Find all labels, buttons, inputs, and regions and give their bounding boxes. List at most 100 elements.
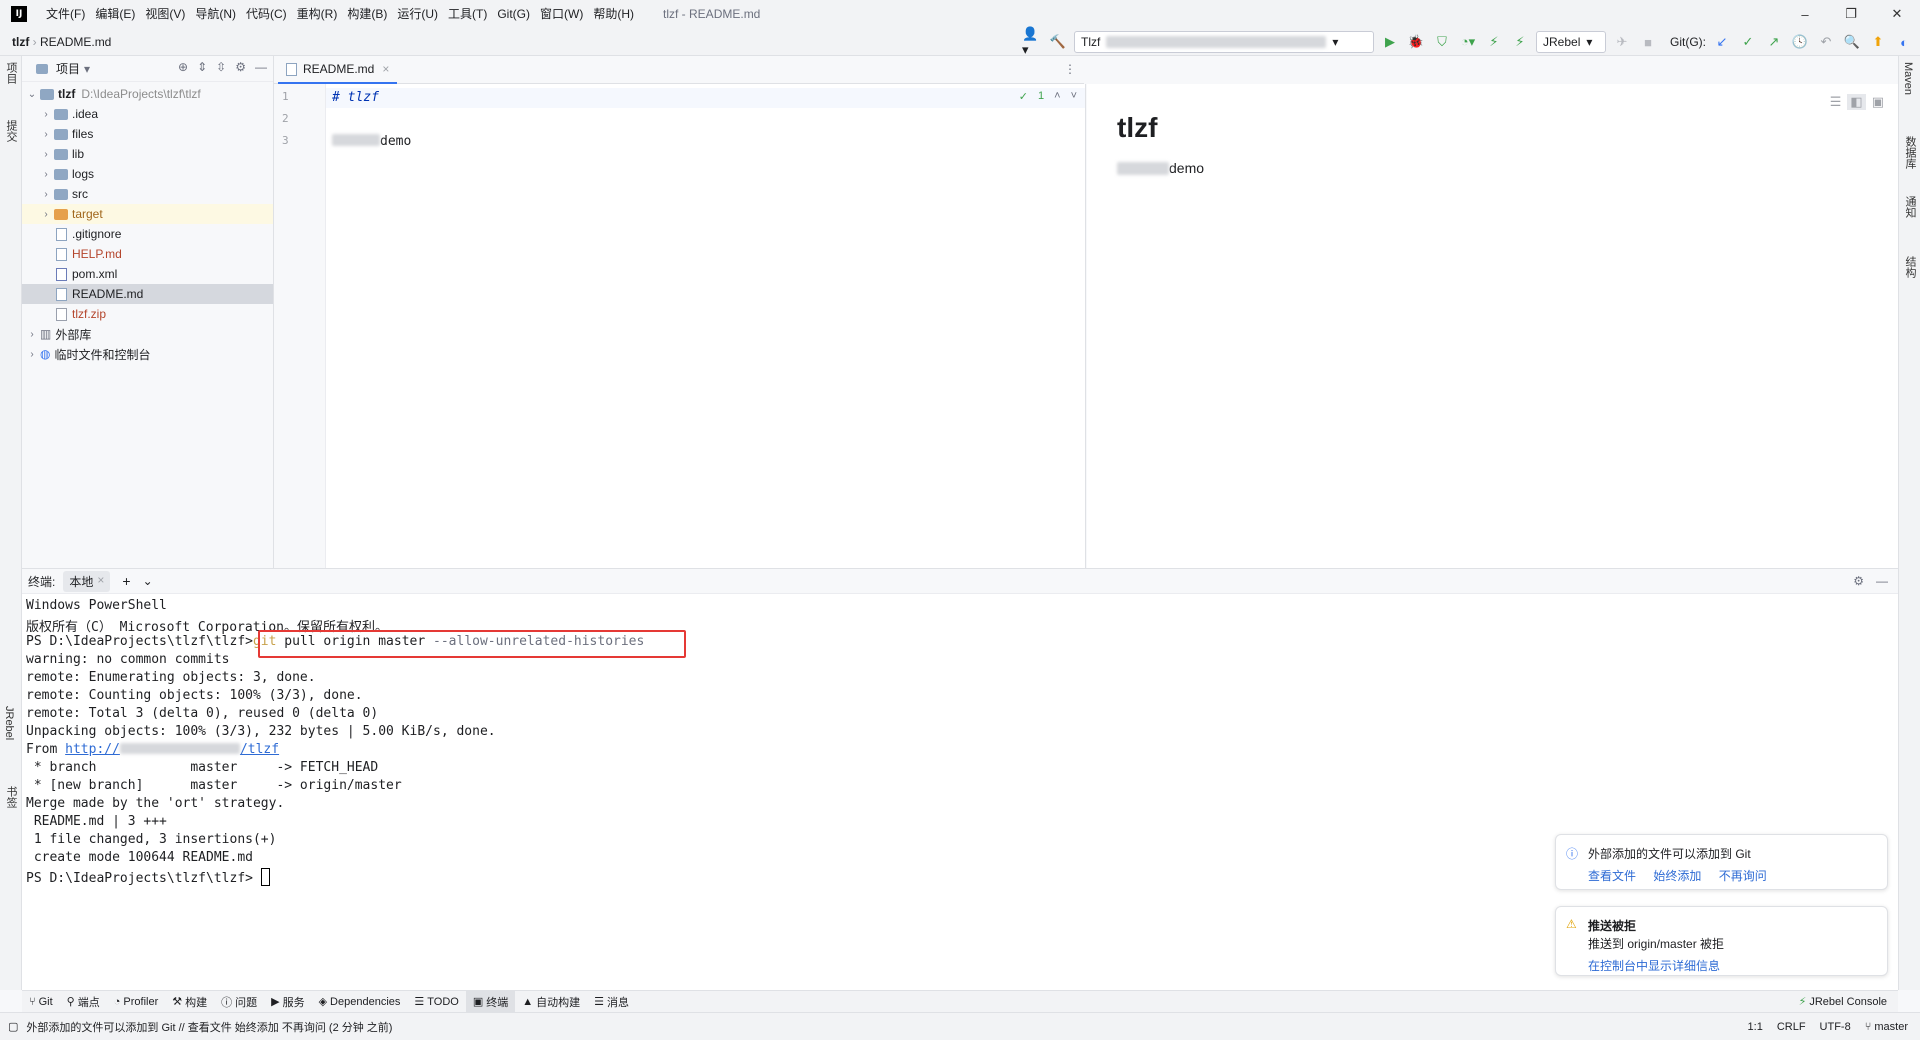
run-config-select[interactable]: Tlzf ▾ (1074, 31, 1374, 53)
chevron-right-icon[interactable]: › (40, 189, 52, 200)
tool-build[interactable]: ⚒ 构建 (165, 991, 214, 1013)
tool-todo[interactable]: ☰ TODO (407, 991, 465, 1013)
menu-refactor[interactable]: 重构(R) (292, 0, 343, 28)
gear-icon[interactable]: ⚙ (235, 60, 246, 74)
chevron-down-icon[interactable]: ⌄ (143, 574, 153, 588)
terminal-remote-url[interactable]: http:// /tlzf (65, 742, 279, 757)
tool-problems[interactable]: ⓘ 问题 (214, 991, 264, 1013)
tool-tab-jrebel[interactable]: JRebel (3, 706, 15, 740)
tree-item-gitignore[interactable]: .gitignore (22, 224, 273, 244)
tool-tab-database[interactable]: 数据库 (1902, 136, 1918, 169)
tree-item-target[interactable]: › target (22, 204, 273, 224)
view-files-link[interactable]: 查看文件 (1588, 869, 1636, 883)
chevron-right-icon[interactable]: › (40, 109, 52, 120)
menu-build[interactable]: 构建(B) (342, 0, 392, 28)
chevron-right-icon[interactable]: › (40, 129, 52, 140)
expand-all-icon[interactable]: ⇕ (197, 60, 207, 74)
tree-item-src[interactable]: › src (22, 184, 273, 204)
dont-ask-link[interactable]: 不再询问 (1719, 869, 1767, 883)
tool-git[interactable]: ⑂ Git (22, 991, 60, 1013)
hide-icon[interactable]: — (255, 60, 267, 74)
editor-text-area[interactable]: # tlzf demo ✓ 1 ˄ ˅ (326, 84, 1086, 568)
project-panel-title[interactable]: 项目 (56, 60, 80, 77)
chevron-right-icon[interactable]: › (40, 209, 52, 220)
caret-position[interactable]: 1:1 (1748, 1021, 1763, 1033)
status-message[interactable]: 外部添加的文件可以添加到 Git // 查看文件 始终添加 不再询问 (2 分钟… (26, 1019, 392, 1035)
menu-view[interactable]: 视图(V) (140, 0, 190, 28)
tree-item-tlzf-zip[interactable]: tlzf.zip (22, 304, 273, 324)
tree-item-idea[interactable]: › .idea (22, 104, 273, 124)
chevron-down-icon[interactable]: ˅ (1071, 90, 1077, 103)
search-icon[interactable]: 🔍 (1842, 32, 1862, 52)
tool-tab-structure[interactable]: 结构 (1902, 256, 1918, 278)
tool-tab-project[interactable]: 项目 (3, 62, 19, 84)
tool-messages[interactable]: ☰ 消息 (587, 991, 636, 1013)
line-separator[interactable]: CRLF (1777, 1021, 1806, 1033)
tool-tab-notifications[interactable]: 通知 (1902, 196, 1918, 218)
maximize-button[interactable]: ❐ (1828, 0, 1874, 28)
add-icon[interactable]: + (122, 573, 130, 589)
menu-tools[interactable]: 工具(T) (443, 0, 492, 28)
debug-icon[interactable]: 🐞 (1406, 32, 1426, 52)
menu-edit[interactable]: 编辑(E) (90, 0, 140, 28)
run-icon[interactable]: ▶ (1380, 32, 1400, 52)
breadcrumb-project[interactable]: tlzf (12, 35, 29, 49)
tool-services[interactable]: ▶ 服务 (264, 991, 311, 1013)
gear-icon[interactable]: ⚙ (1853, 574, 1864, 588)
hide-icon[interactable]: — (1876, 574, 1888, 588)
preview-only-icon[interactable]: ▣ (1872, 94, 1884, 110)
profile-icon[interactable]: ◔▾ (1458, 32, 1478, 52)
terminal-tab-local[interactable]: 本地 × (63, 570, 111, 592)
history-icon[interactable]: 🕓 (1790, 32, 1810, 52)
chevron-down-icon[interactable]: ⌄ (26, 89, 38, 100)
tool-tab-commit[interactable]: 提交 (3, 120, 19, 142)
tool-auto-build[interactable]: ▲ 自动构建 (515, 991, 587, 1013)
build-hammer-icon[interactable]: 🔨 (1048, 32, 1068, 52)
tree-scratches[interactable]: › ◍ 临时文件和控制台 (22, 344, 273, 364)
close-icon[interactable]: × (97, 573, 104, 590)
chevron-right-icon[interactable]: › (26, 349, 38, 360)
chevron-right-icon[interactable]: › (26, 329, 38, 340)
tree-item-pom-xml[interactable]: pom.xml (22, 264, 273, 284)
chevron-down-icon[interactable]: ▾ (84, 62, 90, 76)
attach-icon[interactable]: ✈ (1612, 32, 1632, 52)
coverage-icon[interactable]: ⛉ (1432, 32, 1452, 52)
git-branch[interactable]: ⑂ master (1865, 1021, 1908, 1033)
inspection-widget[interactable]: ✓ 1 ˄ ˅ (1019, 90, 1077, 103)
tool-tab-bookmarks[interactable]: 书签 (3, 786, 19, 808)
tool-dependencies[interactable]: ◈ Dependencies (312, 991, 408, 1013)
locate-icon[interactable]: ⊕ (178, 60, 188, 74)
minimize-button[interactable]: – (1782, 0, 1828, 28)
editor-only-icon[interactable]: ☰ (1830, 94, 1842, 110)
git-commit-icon[interactable]: ✓ (1738, 32, 1758, 52)
menu-navigate[interactable]: 导航(N) (190, 0, 241, 28)
close-button[interactable]: ✕ (1874, 0, 1920, 28)
breadcrumb-file[interactable]: README.md (40, 35, 111, 49)
tree-item-help-md[interactable]: HELP.md (22, 244, 273, 264)
chevron-right-icon[interactable]: › (40, 149, 52, 160)
tree-item-logs[interactable]: › logs (22, 164, 273, 184)
menu-run[interactable]: 运行(U) (392, 0, 443, 28)
more-icon[interactable]: ⋮ (1064, 62, 1076, 76)
editor-tab-readme[interactable]: README.md × (278, 56, 398, 84)
menu-file[interactable]: 文件(F) (41, 0, 90, 28)
rollback-icon[interactable]: ↶ (1816, 32, 1836, 52)
chevron-up-icon[interactable]: ˄ (1054, 90, 1060, 103)
tool-jrebel-console[interactable]: ⚡ JRebel Console (1792, 991, 1894, 1013)
show-details-link[interactable]: 在控制台中显示详细信息 (1588, 957, 1720, 974)
jetbrains-icon[interactable]: ◐ (1894, 32, 1914, 52)
tree-item-readme-md[interactable]: README.md (22, 284, 273, 304)
jrebel-run-icon[interactable]: ⚡ (1484, 32, 1504, 52)
chevron-right-icon[interactable]: › (40, 169, 52, 180)
always-add-link[interactable]: 始终添加 (1653, 869, 1701, 883)
tree-root[interactable]: ⌄ tlzf D:\IdeaProjects\tlzf\tlzf (22, 84, 273, 104)
update-icon[interactable]: ⬆ (1868, 32, 1888, 52)
tool-terminal[interactable]: ▣ 终端 (465, 990, 516, 1013)
tool-endpoints[interactable]: ⚲ 端点 (60, 991, 107, 1013)
tree-external-libraries[interactable]: › ▥ 外部库 (22, 324, 273, 344)
file-encoding[interactable]: UTF-8 (1820, 1021, 1851, 1033)
collapse-all-icon[interactable]: ⇳ (216, 60, 226, 74)
menu-code[interactable]: 代码(C) (241, 0, 292, 28)
jrebel-select[interactable]: JRebel ▾ (1536, 31, 1606, 53)
tool-profiler[interactable]: ◔ Profiler (107, 991, 166, 1013)
